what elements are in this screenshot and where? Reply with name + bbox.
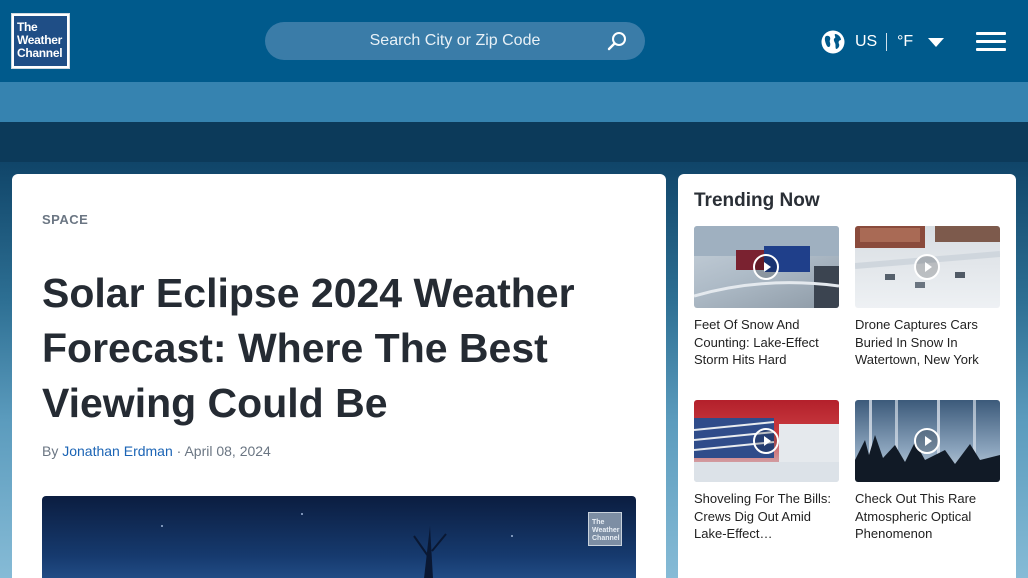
weather-channel-logo[interactable]: The Weather Channel — [11, 13, 70, 69]
search-icon[interactable] — [607, 31, 627, 51]
play-icon — [914, 428, 940, 454]
unit-selector[interactable]: °F — [897, 33, 913, 51]
sub-navigation-bar — [0, 82, 1028, 122]
play-icon — [914, 254, 940, 280]
play-icon — [753, 254, 779, 280]
play-icon — [753, 428, 779, 454]
video-night-scene — [161, 513, 513, 578]
article-date: April 08, 2024 — [184, 443, 271, 459]
menu-bar — [976, 40, 1006, 43]
search-placeholder: Search City or Zip Code — [369, 32, 541, 49]
trending-card-title[interactable]: Shoveling For The Bills: Crews Dig Out A… — [694, 490, 839, 543]
watermark-line-3: Channel — [592, 535, 620, 542]
byline-separator: · — [176, 443, 182, 459]
menu-bar — [976, 48, 1006, 51]
trending-card[interactable]: Drone Captures Cars Buried In Snow In Wa… — [855, 226, 1000, 369]
trending-card[interactable]: Feet Of Snow And Counting: Lake-Effect S… — [694, 226, 839, 369]
trending-panel: Trending Now Feet Of Snow And Counting: … — [678, 174, 1016, 578]
menu-bar — [976, 32, 1006, 35]
trending-card-title[interactable]: Feet Of Snow And Counting: Lake-Effect S… — [694, 316, 839, 369]
logo-text: The Weather Channel — [14, 16, 67, 66]
search-input[interactable]: Search City or Zip Code — [265, 22, 645, 60]
chevron-down-icon[interactable] — [928, 38, 944, 47]
video-thumbnail[interactable] — [855, 400, 1000, 482]
logo-line-3: Channel — [17, 46, 63, 60]
country-selector[interactable]: US — [855, 33, 877, 51]
video-thumbnail[interactable] — [694, 226, 839, 308]
trending-title: Trending Now — [694, 190, 820, 211]
watermark-line-2: Weather — [592, 527, 620, 534]
top-header: The Weather Channel Search City or Zip C… — [0, 0, 1028, 82]
article-byline: By Jonathan Erdman · April 08, 2024 — [42, 443, 271, 459]
article-card: SPACE Solar Eclipse 2024 Weather Forecas… — [12, 174, 666, 578]
trending-card-title[interactable]: Drone Captures Cars Buried In Snow In Wa… — [855, 316, 1000, 369]
byline-prefix: By — [42, 443, 59, 459]
article-video[interactable]: The Weather Channel — [42, 496, 636, 578]
video-thumbnail[interactable] — [694, 400, 839, 482]
locale-divider — [886, 33, 887, 51]
trending-card-title[interactable]: Check Out This Rare Atmospheric Optical … — [855, 490, 1000, 543]
globe-icon[interactable] — [821, 30, 845, 54]
video-thumbnail[interactable] — [855, 226, 1000, 308]
dark-band — [0, 122, 1028, 162]
watermark-line-1: The — [592, 519, 605, 526]
trending-card[interactable]: Check Out This Rare Atmospheric Optical … — [855, 400, 1000, 543]
hamburger-menu-icon[interactable] — [976, 32, 1006, 52]
article-category[interactable]: SPACE — [42, 212, 88, 227]
trending-card[interactable]: Shoveling For The Bills: Crews Dig Out A… — [694, 400, 839, 543]
author-link[interactable]: Jonathan Erdman — [62, 443, 173, 459]
video-watermark-logo: The Weather Channel — [588, 512, 622, 546]
article-headline: Solar Eclipse 2024 Weather Forecast: Whe… — [42, 270, 575, 426]
